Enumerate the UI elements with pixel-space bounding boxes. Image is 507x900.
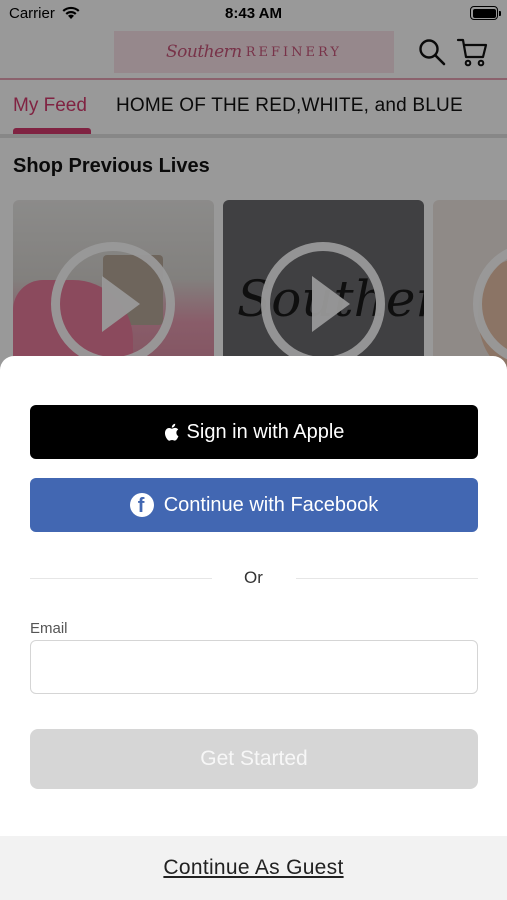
apple-icon [164,423,178,441]
or-divider-right [296,578,478,579]
email-label: Email [30,620,68,637]
continue-as-guest-link[interactable]: Continue As Guest [163,856,343,880]
email-field[interactable] [30,640,478,694]
facebook-icon: f [129,493,154,517]
get-started-button[interactable]: Get Started [30,729,478,789]
guest-bar: Continue As Guest [0,836,507,900]
apple-button-label: Sign in with Apple [186,420,345,443]
continue-with-facebook-button[interactable]: f Continue with Facebook [30,478,478,532]
facebook-button-label: Continue with Facebook [163,493,379,516]
login-sheet: Sign in with Apple f Continue with Faceb… [0,356,507,900]
sign-in-with-apple-button[interactable]: Sign in with Apple [30,405,478,459]
